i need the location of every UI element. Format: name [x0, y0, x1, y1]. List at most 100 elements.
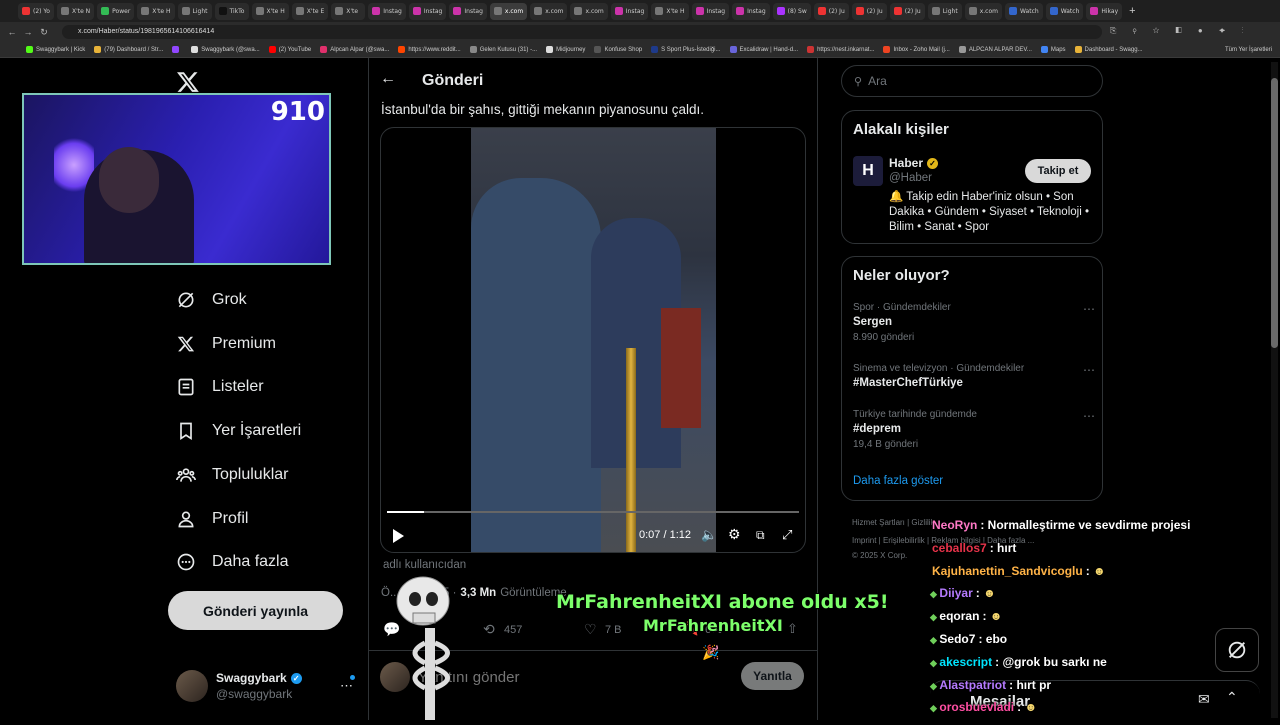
back-arrow-icon[interactable]: ← [4, 27, 20, 37]
bookmark-item[interactable]: Swaggybark | Kick [26, 46, 85, 53]
expand-chevron-icon[interactable]: ⌃ [1226, 689, 1238, 706]
footer-line-1[interactable]: Hizmet Şartları | Gizlilik [852, 518, 935, 527]
browser-tab[interactable]: x.com [489, 2, 528, 20]
browser-tab[interactable]: Instag [368, 2, 406, 20]
trend-item[interactable]: Sinema ve televizyon · Gündemdekiler #Mas… [853, 363, 1095, 389]
browser-tab[interactable]: Watch [1005, 2, 1043, 20]
browser-tab[interactable]: Light [927, 2, 962, 20]
sidebar-item-premium[interactable]: Premium [176, 334, 276, 354]
chat-text: : @grok bu sarkı ne [995, 654, 1107, 669]
back-arrow-icon[interactable]: ← [380, 70, 396, 88]
account-switcher[interactable]: Swaggybark ✓ @swaggybark ⋯ [176, 670, 356, 706]
sidebar-item-profil[interactable]: Profil [176, 509, 248, 529]
reply-button[interactable]: Yanıtla [741, 662, 804, 690]
sidebar-item-topluluklar[interactable]: Topluluklar [176, 465, 288, 485]
scrollbar-thumb[interactable] [1271, 78, 1278, 348]
browser-tab[interactable]: X'te E [291, 2, 329, 20]
bookmark-item[interactable]: Gelen Kutusu (31) -... [469, 46, 537, 53]
browser-tab[interactable]: Hikay [1086, 2, 1123, 20]
all-bookmarks-link[interactable]: Tüm Yer İşaretleri [1225, 47, 1272, 53]
browser-tab[interactable]: x.com [964, 2, 1002, 20]
bookmark-label: (2) YouTube [278, 46, 312, 53]
trend-more-icon[interactable]: ⋯ [1083, 363, 1095, 377]
chat-username: Alastpatriot [939, 677, 1007, 692]
picture-in-picture-icon[interactable]: ⧉ [756, 528, 765, 543]
grok-float-button[interactable] [1215, 628, 1259, 672]
bookmark-item[interactable]: https://www.reddit... [398, 46, 461, 53]
account-display-name: Swaggybark [216, 671, 287, 685]
browser-extension-icons[interactable]: ⎘ ⚲ ☆ ◧ ● ✦ ⋮ [1110, 26, 1251, 36]
bookmark-item[interactable]: https://nest.inkarnat... [807, 46, 874, 53]
volume-icon[interactable]: 🔈 [701, 527, 717, 543]
sidebar-item-listeler[interactable]: Listeler [176, 377, 264, 397]
browser-tab[interactable]: Instag [610, 2, 649, 20]
bookmark-item[interactable]: Maps [1040, 46, 1066, 53]
browser-tab[interactable]: x.com [570, 2, 608, 20]
browser-tab[interactable]: Instag [691, 2, 730, 20]
trend-more-icon[interactable]: ⋯ [1083, 302, 1095, 316]
new-tab-icon[interactable]: + [1129, 5, 1135, 17]
bookmark-item[interactable] [172, 46, 182, 53]
settings-gear-icon[interactable]: ⚙ [728, 526, 741, 543]
browser-tab[interactable]: X'te [331, 2, 366, 20]
bookmark-item[interactable]: Dashboard - Swagg... [1074, 46, 1143, 53]
browser-tab[interactable]: Instag [732, 2, 770, 20]
browser-tab[interactable]: X'te H [137, 2, 175, 20]
bookmark-favicon-icon [1074, 46, 1082, 53]
chat-message: ceballos7: hırt [932, 541, 1016, 555]
browser-tab[interactable]: X'te N [56, 2, 95, 20]
tab-label: Light [942, 7, 958, 15]
sub-alert: MrFahrenheitXI abone oldu x5! [556, 591, 889, 613]
tab-label: Hikay [1101, 7, 1119, 15]
browser-tab[interactable]: (2) Ju [889, 2, 925, 20]
play-icon[interactable] [391, 528, 405, 544]
browser-tab-bar: (2) Yo X'te N Power X'te H Light TikTo X'te H X… [0, 0, 1280, 22]
browser-tab[interactable]: Watch [1045, 2, 1084, 20]
url-field[interactable]: x.com/Haber/status/1981965614106616414 [62, 25, 1102, 39]
browser-tab[interactable]: Light [177, 2, 212, 20]
bookmark-item[interactable]: Konfuse Shop [594, 46, 642, 53]
show-more-link[interactable]: Daha fazla göster [853, 475, 943, 487]
trend-item[interactable]: Türkiye tarihinde gündemde #deprem 19,4 B … [853, 409, 1095, 450]
account-more-icon[interactable]: ⋯ [340, 678, 353, 694]
x-logo-icon[interactable] [176, 70, 200, 94]
search-box[interactable]: ⚲ Ara [841, 65, 1103, 97]
new-message-icon[interactable]: ✉ [1198, 691, 1210, 708]
sidebar-item-grok[interactable]: Grok [176, 290, 247, 310]
like-icon[interactable]: ♡ [584, 621, 597, 638]
reload-icon[interactable]: ↻ [36, 27, 52, 38]
share-icon[interactable]: ⇧ [787, 621, 798, 637]
trend-item[interactable]: Spor · Gündemdekiler Sergen 8.990 gönderi ⋯ [853, 302, 1095, 343]
bookmark-item[interactable]: Alpcan Alpar (@swa... [320, 46, 389, 53]
bookmark-item[interactable]: ALPCAN ALPAR DEV... [958, 46, 1032, 53]
video-player[interactable]: 0:07 / 1:12 🔈 ⚙ ⧉ ⤢ [380, 127, 806, 553]
follow-button[interactable]: Takip et [1025, 159, 1091, 183]
bookmark-item[interactable]: (2) YouTube [268, 46, 312, 53]
browser-tab[interactable]: Instag [449, 2, 487, 20]
browser-tab[interactable]: X'te H [651, 2, 689, 20]
browser-tab[interactable]: (2) Ju [813, 2, 849, 20]
trend-more-icon[interactable]: ⋯ [1083, 409, 1095, 423]
bookmark-item[interactable]: Midjourney [546, 46, 585, 53]
bookmark-item[interactable]: Swaggybark (@swa... [191, 46, 260, 53]
sidebar-item-yer-i-aretleri[interactable]: Yer İşaretleri [176, 421, 301, 441]
browser-tab[interactable]: X'te H [251, 2, 289, 20]
bookmark-item[interactable]: S Sport Plus-İstediği... [651, 46, 721, 53]
browser-tab[interactable]: TikTo [214, 2, 249, 20]
sidebar-item-daha-fazla[interactable]: Daha fazla [176, 552, 289, 572]
browser-tab[interactable]: x.com [530, 2, 568, 20]
browser-tab[interactable]: (2) Yo [18, 2, 54, 20]
browser-tab[interactable]: (8) Sw [772, 2, 811, 20]
browser-tab[interactable]: Instag [408, 2, 447, 20]
page-scrollbar[interactable] [1271, 62, 1278, 718]
bookmark-item[interactable]: Excalidraw | Hand-d... [729, 46, 798, 53]
tab-favicon-icon [695, 7, 704, 15]
fullscreen-icon[interactable]: ⤢ [782, 527, 792, 543]
forward-arrow-icon[interactable]: → [20, 27, 36, 37]
post-button[interactable]: Gönderi yayınla [168, 591, 343, 630]
browser-tab[interactable]: (2) Ju [851, 2, 887, 20]
bookmark-item[interactable]: Inbox - Zoho Mail (j... [883, 46, 950, 53]
bookmark-item[interactable]: (79) Dashboard / Str... [94, 46, 163, 53]
video-progress-track[interactable] [387, 511, 799, 513]
browser-tab[interactable]: Power [97, 2, 135, 20]
